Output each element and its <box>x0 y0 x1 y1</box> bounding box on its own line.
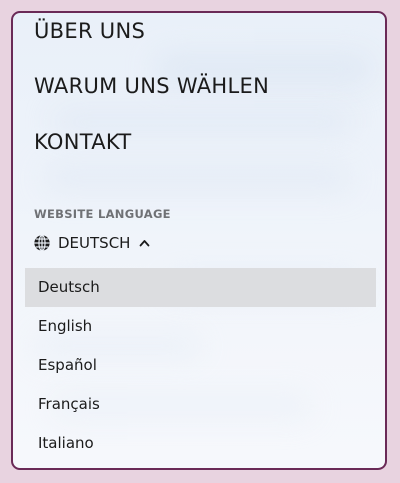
language-selector-toggle[interactable]: DEUTSCH <box>33 234 150 252</box>
website-language-label: WEBSITE LANGUAGE <box>34 207 171 221</box>
chevron-up-icon <box>139 239 150 247</box>
language-options-list: Deutsch English Español Français Italian… <box>25 268 376 463</box>
language-option-francais[interactable]: Français <box>25 385 376 424</box>
nav-link-why-us[interactable]: WARUM UNS WÄHLEN <box>34 74 269 98</box>
language-option-espanol[interactable]: Español <box>25 346 376 385</box>
nav-link-about-us[interactable]: ÜBER UNS <box>34 19 145 43</box>
language-option-deutsch[interactable]: Deutsch <box>25 268 376 307</box>
current-language-label: DEUTSCH <box>58 234 131 252</box>
nav-link-contact[interactable]: KONTAKT <box>34 130 132 154</box>
globe-icon <box>33 234 51 252</box>
backdrop-blur <box>43 163 353 193</box>
mobile-menu-panel: ÜBER UNS WARUM UNS WÄHLEN KONTAKT WEBSIT… <box>11 11 387 470</box>
language-option-italiano[interactable]: Italiano <box>25 424 376 463</box>
language-option-english[interactable]: English <box>25 307 376 346</box>
